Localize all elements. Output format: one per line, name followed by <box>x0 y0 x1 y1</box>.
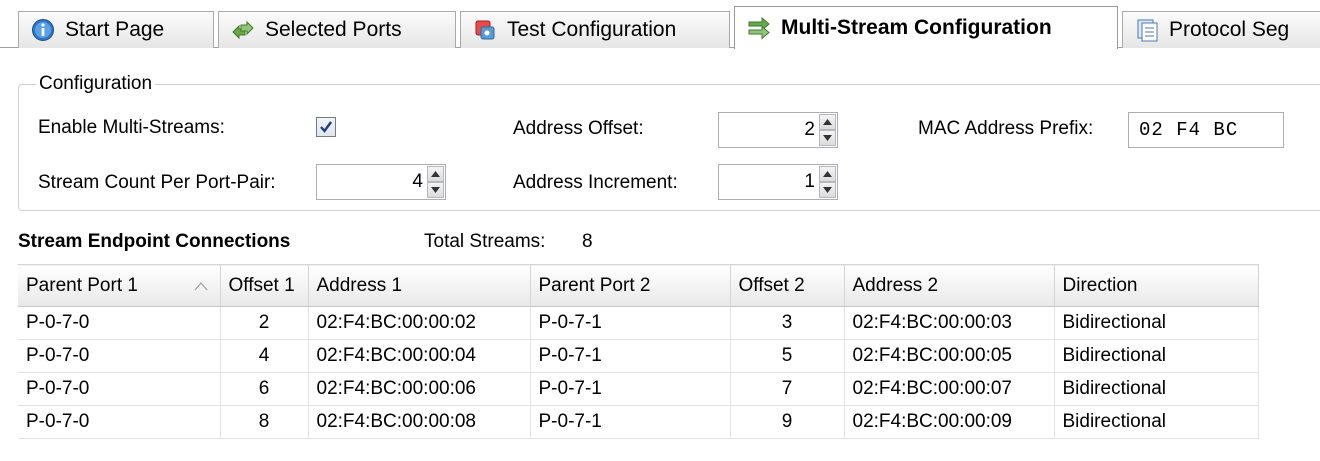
sort-ascending-icon <box>194 275 208 297</box>
cell-address-1: 02:F4:BC:00:00:08 <box>308 405 531 439</box>
stream-count-up-button[interactable] <box>427 166 444 182</box>
address-offset-value[interactable]: 2 <box>719 119 819 141</box>
cell-parent-port-1: P-0-7-0 <box>18 339 221 373</box>
total-streams-value: 8 <box>582 231 593 252</box>
column-header-offset-2[interactable]: Offset 2 <box>730 264 845 307</box>
arrow-down-icon <box>823 187 832 193</box>
tab-label: Multi-Stream Configuration <box>781 16 1052 39</box>
cell-direction: Bidirectional <box>1054 372 1259 406</box>
cell-parent-port-1: P-0-7-0 <box>18 306 221 340</box>
stream-count-value[interactable]: 4 <box>317 171 427 193</box>
stream-count-label: Stream Count Per Port-Pair: <box>38 172 276 193</box>
address-increment-up-button[interactable] <box>819 166 836 182</box>
cell-direction: Bidirectional <box>1054 306 1259 340</box>
tab-label: Selected Ports <box>265 18 402 41</box>
tab-test-configuration[interactable]: Test Configuration <box>460 11 730 48</box>
column-header-direction[interactable]: Direction <box>1054 264 1259 307</box>
arrow-down-icon <box>823 135 832 141</box>
cell-offset-1: 8 <box>220 405 309 439</box>
stream-count-down-button[interactable] <box>427 182 444 198</box>
address-increment-value[interactable]: 1 <box>719 171 819 193</box>
cell-address-1: 02:F4:BC:00:00:06 <box>308 372 531 406</box>
tab-label: Test Configuration <box>507 18 677 41</box>
tab-strip: Start Page Selected Ports Test Configura… <box>0 0 1320 50</box>
cell-address-2: 02:F4:BC:00:00:03 <box>844 306 1055 340</box>
cell-parent-port-2: P-0-7-1 <box>530 306 731 340</box>
cell-address-2: 02:F4:BC:00:00:07 <box>844 372 1055 406</box>
address-offset-label: Address Offset: <box>513 118 644 139</box>
protocol-icon <box>1135 18 1159 42</box>
address-increment-spinner[interactable]: 1 <box>718 164 838 200</box>
cell-offset-2: 5 <box>730 339 845 373</box>
stream-count-spinner[interactable]: 4 <box>316 164 446 200</box>
cell-address-2: 02:F4:BC:00:00:09 <box>844 405 1055 439</box>
address-offset-down-button[interactable] <box>819 130 836 146</box>
arrow-down-icon <box>431 187 440 193</box>
cell-offset-2: 9 <box>730 405 845 439</box>
cell-address-1: 02:F4:BC:00:00:02 <box>308 306 531 340</box>
stream-endpoint-title: Stream Endpoint Connections <box>18 231 291 252</box>
column-header-parent-port-2[interactable]: Parent Port 2 <box>530 264 731 307</box>
info-icon <box>31 18 55 42</box>
tab-label: Protocol Seg <box>1169 18 1290 41</box>
cell-offset-1: 2 <box>220 306 309 340</box>
stream-endpoint-table: Parent Port 1 Offset 1 Address 1 Parent … <box>18 264 1259 439</box>
config-icon <box>473 18 497 42</box>
cell-parent-port-2: P-0-7-1 <box>530 405 731 439</box>
cell-address-1: 02:F4:BC:00:00:04 <box>308 339 531 373</box>
cell-offset-2: 3 <box>730 306 845 340</box>
column-header-address-2[interactable]: Address 2 <box>844 264 1055 307</box>
table-header-row: Parent Port 1 Offset 1 Address 1 Parent … <box>18 264 1259 307</box>
cell-address-2: 02:F4:BC:00:00:05 <box>844 339 1055 373</box>
tab-selected-ports[interactable]: Selected Ports <box>218 11 456 48</box>
tab-start-page[interactable]: Start Page <box>18 11 214 48</box>
checkmark-icon <box>320 121 332 133</box>
enable-multistreams-checkbox[interactable] <box>316 117 336 137</box>
table-row[interactable]: P-0-7-0 6 02:F4:BC:00:00:06 P-0-7-1 7 02… <box>18 372 1259 406</box>
arrow-up-icon <box>823 119 832 125</box>
column-header-parent-port-1[interactable]: Parent Port 1 <box>18 264 221 307</box>
cell-parent-port-1: P-0-7-0 <box>18 372 221 406</box>
column-header-address-1[interactable]: Address 1 <box>308 264 531 307</box>
table-row[interactable]: P-0-7-0 8 02:F4:BC:00:00:08 P-0-7-1 9 02… <box>18 405 1259 439</box>
address-increment-down-button[interactable] <box>819 182 836 198</box>
tab-label: Start Page <box>65 18 165 41</box>
mac-prefix-label: MAC Address Prefix: <box>918 118 1094 139</box>
total-streams-label: Total Streams: <box>424 231 546 252</box>
mac-prefix-input[interactable]: 02 F4 BC <box>1128 112 1284 148</box>
cell-direction: Bidirectional <box>1054 405 1259 439</box>
cell-direction: Bidirectional <box>1054 339 1259 373</box>
configuration-group-title: Configuration <box>36 73 156 95</box>
cell-parent-port-2: P-0-7-1 <box>530 372 731 406</box>
arrow-up-icon <box>823 171 832 177</box>
address-offset-up-button[interactable] <box>819 114 836 130</box>
column-header-offset-1[interactable]: Offset 1 <box>220 264 309 307</box>
tab-multi-stream-configuration[interactable]: Multi-Stream Configuration <box>734 6 1118 49</box>
ports-icon <box>231 18 255 42</box>
tab-protocol-segments[interactable]: Protocol Seg <box>1122 11 1320 48</box>
cell-offset-1: 6 <box>220 372 309 406</box>
multistream-icon <box>747 16 771 40</box>
cell-parent-port-1: P-0-7-0 <box>18 405 221 439</box>
arrow-up-icon <box>431 171 440 177</box>
cell-offset-2: 7 <box>730 372 845 406</box>
cell-parent-port-2: P-0-7-1 <box>530 339 731 373</box>
address-increment-label: Address Increment: <box>513 172 678 193</box>
enable-multistreams-label: Enable Multi-Streams: <box>38 117 225 138</box>
table-row[interactable]: P-0-7-0 4 02:F4:BC:00:00:04 P-0-7-1 5 02… <box>18 339 1259 373</box>
address-offset-spinner[interactable]: 2 <box>718 112 838 148</box>
cell-offset-1: 4 <box>220 339 309 373</box>
table-row[interactable]: P-0-7-0 2 02:F4:BC:00:00:02 P-0-7-1 3 02… <box>18 306 1259 340</box>
